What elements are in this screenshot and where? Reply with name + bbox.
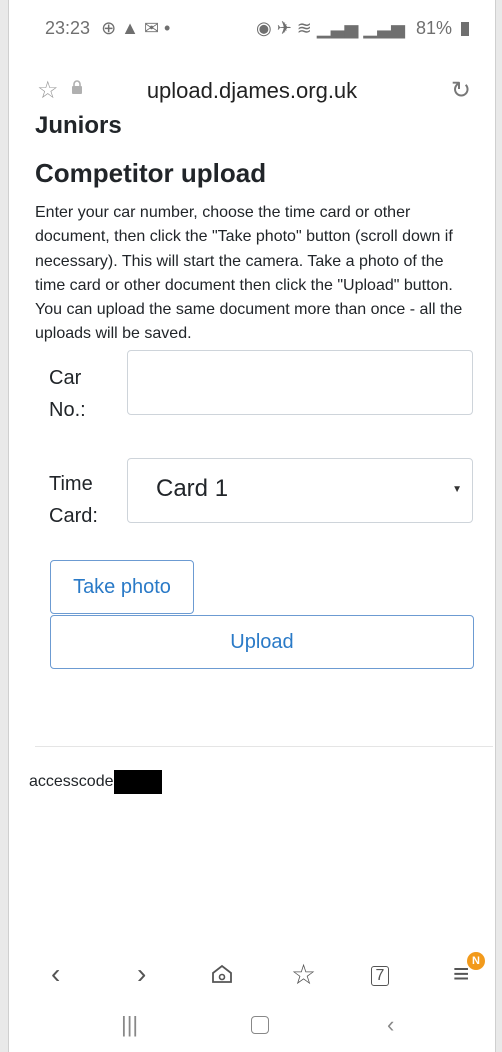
status-time: 23:23 — [45, 18, 91, 38]
take-photo-button[interactable]: Take photo — [50, 560, 194, 614]
car-number-label: Car No.: — [49, 362, 86, 426]
instructions-text: Enter your car number, choose the time c… — [35, 204, 463, 343]
upload-button[interactable]: Upload — [50, 615, 474, 669]
android-back-icon[interactable]: ‹ — [387, 1012, 394, 1038]
page-title: Competitor upload — [35, 158, 267, 188]
status-right: ◉ ✈ ≋ ▁▃▅ ▁▃▅ 81% — [256, 18, 469, 39]
section-heading: Juniors — [35, 112, 122, 139]
time-label-line2: Card: — [49, 505, 98, 527]
divider — [35, 746, 493, 747]
battery-icon — [461, 22, 469, 37]
reload-icon[interactable]: ↻ — [451, 76, 471, 105]
browser-url-bar[interactable]: ☆ upload.djames.org.uk ↻ — [9, 58, 495, 116]
time-label-line1: Time — [49, 473, 93, 495]
status-left-icons: ⊕ ▲ ✉ • — [101, 18, 171, 38]
browser-bottom-nav: ‹ › ☆ 7 ≡ N — [9, 952, 495, 1008]
recent-apps-icon[interactable]: ||| — [121, 1012, 138, 1038]
chevron-down-icon: ▼ — [452, 484, 462, 495]
time-card-selected-value: Card 1 — [156, 475, 229, 502]
redacted-access-code — [113, 770, 162, 794]
status-left: 23:23 ⊕ ▲ ✉ • — [45, 18, 170, 39]
status-right-icons: ◉ ✈ ≋ ▁▃▅ ▁▃▅ — [256, 18, 405, 38]
status-bar: 23:23 ⊕ ▲ ✉ • ◉ ✈ ≋ ▁▃▅ ▁▃▅ 81% — [9, 0, 495, 58]
android-nav-bar: ||| ‹ — [9, 1012, 495, 1052]
bookmarks-icon[interactable]: ☆ — [291, 958, 316, 991]
back-icon[interactable]: ‹ — [51, 958, 60, 990]
time-card-select[interactable]: Card 1 ▼ — [127, 458, 473, 523]
home-icon[interactable] — [211, 964, 233, 984]
car-number-input[interactable] — [127, 350, 473, 415]
phone-screen: 23:23 ⊕ ▲ ✉ • ◉ ✈ ≋ ▁▃▅ ▁▃▅ 81% ☆ upload… — [8, 0, 496, 1052]
notification-badge: N — [467, 952, 485, 970]
tabs-icon[interactable]: 7 — [371, 966, 389, 986]
time-card-label: Time Card: — [49, 468, 98, 532]
access-code-label: accesscode — [29, 773, 114, 791]
page-content: Juniors Competitor upload Enter your car… — [29, 112, 493, 794]
car-label-line2: No.: — [49, 399, 86, 421]
home-button-icon[interactable] — [251, 1016, 269, 1034]
url-text[interactable]: upload.djames.org.uk — [9, 78, 495, 104]
car-label-line1: Car — [49, 367, 82, 389]
forward-icon[interactable]: › — [137, 958, 146, 990]
access-code-row: accesscode — [29, 770, 162, 794]
battery-percentage: 81% — [415, 18, 452, 38]
